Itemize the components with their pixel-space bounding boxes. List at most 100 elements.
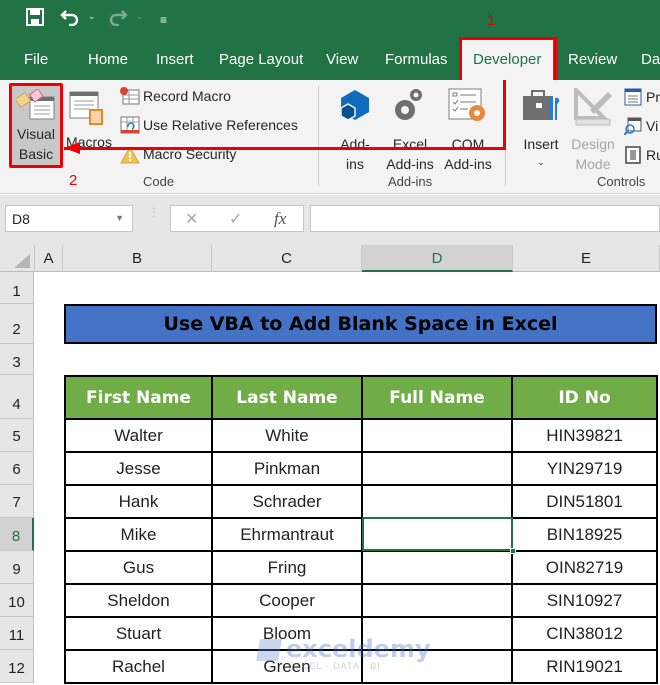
row-header-11[interactable]: 11: [0, 617, 34, 650]
last-name-cell[interactable]: White: [211, 418, 363, 453]
ribbon-developer: Visual Basic Macros Record Macro Use Rel…: [0, 80, 660, 194]
insert-function-icon[interactable]: fx: [274, 209, 286, 229]
table-row: Rachel Green RIN19021: [64, 649, 658, 684]
row-header-7[interactable]: 7: [0, 485, 34, 518]
name-box[interactable]: D8 ▼: [5, 205, 133, 232]
full-name-cell[interactable]: [361, 616, 513, 651]
formula-input[interactable]: [310, 205, 660, 232]
properties-button[interactable]: Pr: [624, 87, 660, 109]
header-id-no[interactable]: ID No: [511, 375, 658, 420]
sheet-title-cell[interactable]: Use VBA to Add Blank Space in Excel: [64, 304, 657, 344]
column-header-d[interactable]: D: [362, 245, 513, 272]
view-code-label: Vi: [646, 118, 659, 134]
full-name-cell[interactable]: [361, 484, 513, 519]
id-no-cell[interactable]: DIN51801: [511, 484, 658, 519]
row-header-6[interactable]: 6: [0, 452, 34, 485]
first-name-cell[interactable]: Rachel: [64, 649, 213, 684]
last-name-cell[interactable]: Ehrmantraut: [211, 517, 363, 552]
use-relative-references-button[interactable]: Use Relative References: [118, 115, 318, 137]
undo-icon[interactable]: [60, 8, 80, 31]
customize-qat-icon[interactable]: ≡: [160, 10, 167, 30]
column-header-b[interactable]: B: [63, 245, 212, 272]
first-name-cell[interactable]: Mike: [64, 517, 213, 552]
tab-home[interactable]: Home: [88, 51, 128, 68]
full-name-cell[interactable]: [361, 451, 513, 486]
data-table: First Name Last Name Full Name ID No Wal…: [64, 375, 658, 684]
formula-bar: D8 ▼ ⋮ ✕ ✓ fx: [0, 195, 660, 245]
header-last-name[interactable]: Last Name: [211, 375, 363, 420]
id-no-cell[interactable]: HIN39821: [511, 418, 658, 453]
first-name-cell[interactable]: Hank: [64, 484, 213, 519]
last-name-cell[interactable]: Bloom: [211, 616, 363, 651]
cancel-icon[interactable]: ✕: [185, 209, 198, 229]
id-no-cell[interactable]: SIN10927: [511, 583, 658, 618]
last-name-cell[interactable]: Pinkman: [211, 451, 363, 486]
full-name-cell[interactable]: [361, 550, 513, 585]
first-name-cell[interactable]: Sheldon: [64, 583, 213, 618]
run-dialog-icon: [624, 146, 642, 169]
last-name-cell[interactable]: Green: [211, 649, 363, 684]
visual-basic-icon: [14, 88, 56, 128]
id-no-cell[interactable]: CIN38012: [511, 616, 658, 651]
row-header-8[interactable]: 8: [0, 518, 34, 551]
tab-formulas[interactable]: Formulas: [385, 51, 448, 68]
full-name-cell[interactable]: [361, 517, 513, 552]
last-name-cell[interactable]: Schrader: [211, 484, 363, 519]
full-name-cell[interactable]: [361, 649, 513, 684]
first-name-cell[interactable]: Stuart: [64, 616, 213, 651]
run-dialog-button[interactable]: Ru: [624, 145, 660, 167]
row-header-2[interactable]: 2: [0, 304, 34, 344]
column-header-a[interactable]: A: [35, 245, 63, 272]
full-name-cell[interactable]: [361, 418, 513, 453]
last-name-cell[interactable]: Fring: [211, 550, 363, 585]
insert-control-button[interactable]: Insert ⌄: [518, 86, 564, 167]
record-macro-button[interactable]: Record Macro: [118, 86, 308, 108]
tab-page-layout[interactable]: Page Layout: [219, 51, 303, 68]
save-icon[interactable]: [26, 8, 44, 31]
enter-icon[interactable]: ✓: [229, 209, 242, 229]
column-header-e[interactable]: E: [513, 245, 660, 272]
id-no-cell[interactable]: YIN29719: [511, 451, 658, 486]
select-all-button[interactable]: [0, 245, 35, 272]
visual-basic-button[interactable]: Visual Basic: [9, 83, 63, 168]
header-first-name[interactable]: First Name: [64, 375, 213, 420]
full-name-cell[interactable]: [361, 583, 513, 618]
table-row: Gus Fring OIN82719: [64, 550, 658, 585]
id-no-cell[interactable]: OIN82719: [511, 550, 658, 585]
row-header-12[interactable]: 12: [0, 650, 34, 683]
redo-icon: [108, 8, 128, 31]
first-name-cell[interactable]: Walter: [64, 418, 213, 453]
tab-file[interactable]: File: [24, 51, 48, 68]
first-name-cell[interactable]: Gus: [64, 550, 213, 585]
tab-data[interactable]: Da: [641, 51, 660, 68]
insert-dropdown-icon: ⌄: [537, 157, 545, 167]
header-full-name[interactable]: Full Name: [361, 375, 513, 420]
column-header-c[interactable]: C: [212, 245, 362, 272]
macros-button[interactable]: Macros: [64, 86, 114, 166]
table-row: Sheldon Cooper SIN10927: [64, 583, 658, 618]
properties-label: Pr: [646, 89, 660, 105]
name-box-dropdown-icon[interactable]: ▼: [115, 213, 124, 223]
row-header-3[interactable]: 3: [0, 344, 34, 375]
tab-view[interactable]: View: [326, 51, 358, 68]
redo-dropdown-icon: ⌄: [136, 11, 144, 21]
tab-insert[interactable]: Insert: [156, 51, 194, 68]
id-no-cell[interactable]: RIN19021: [511, 649, 658, 684]
first-name-cell[interactable]: Jesse: [64, 451, 213, 486]
tab-review[interactable]: Review: [568, 51, 617, 68]
com-addins-label-2: Add-ins: [444, 156, 492, 172]
formula-bar-buttons: ✕ ✓ fx: [170, 205, 304, 232]
id-no-cell[interactable]: BIN18925: [511, 517, 658, 552]
row-header-10[interactable]: 10: [0, 584, 34, 617]
row-header-4[interactable]: 4: [0, 375, 34, 419]
last-name-cell[interactable]: Cooper: [211, 583, 363, 618]
row-header-5[interactable]: 5: [0, 419, 34, 452]
view-code-button[interactable]: Vi: [623, 116, 660, 138]
record-macro-label: Record Macro: [143, 88, 231, 104]
row-header-9[interactable]: 9: [0, 551, 34, 584]
row-header-1[interactable]: 1: [0, 272, 34, 304]
formula-bar-resize-handle[interactable]: ⋮: [148, 206, 160, 218]
design-mode-button: Design Mode: [566, 85, 620, 172]
undo-dropdown-icon[interactable]: ⌄: [88, 11, 96, 22]
insert-control-label: Insert: [523, 136, 559, 152]
